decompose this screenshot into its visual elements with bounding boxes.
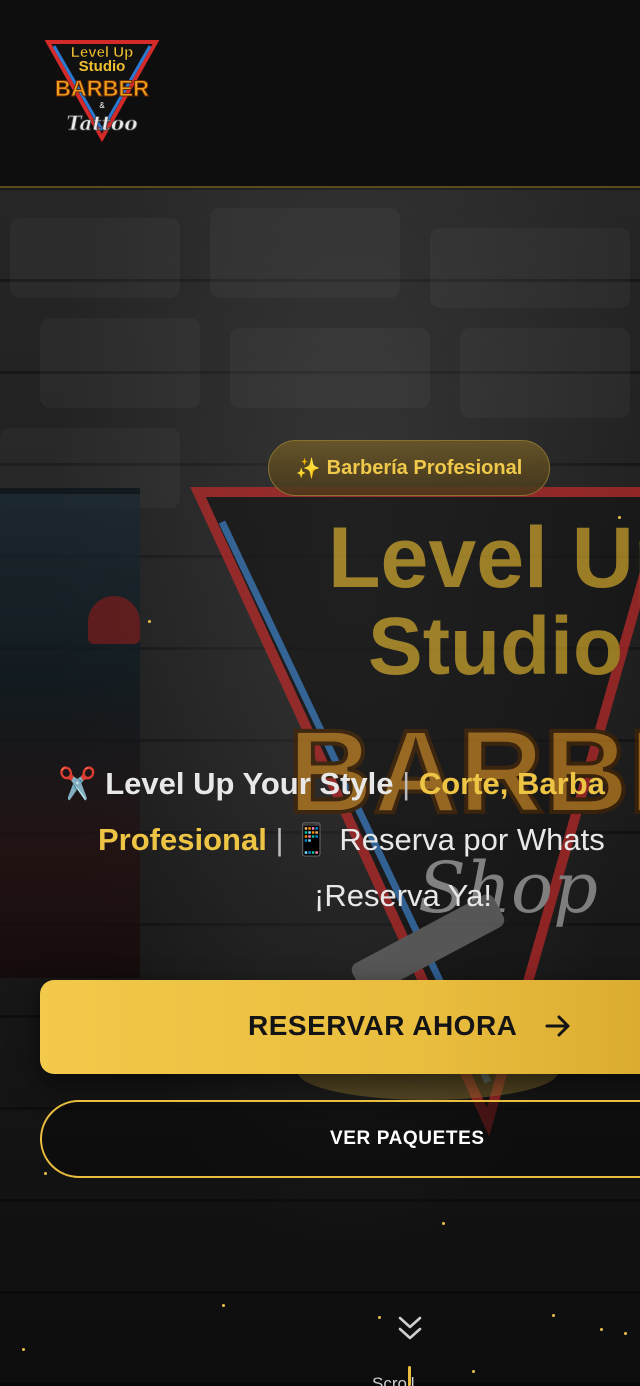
tagline-separator: |	[275, 822, 284, 857]
wall-stone	[430, 228, 630, 308]
sparkle-dot	[552, 1314, 555, 1317]
reserve-now-label: RESERVAR AHORA	[248, 1010, 518, 1041]
logo-text-5: Tattoo	[66, 111, 137, 135]
tagline-part-5: ¡Reserva Ya!	[314, 878, 493, 913]
site-header: Level Up Studio BARBER & Tattoo	[0, 0, 640, 188]
category-badge: ✨ Barbería Profesional	[268, 440, 550, 496]
tagline-part-4: Reserva por Whats	[339, 822, 605, 857]
tagline-separator: |	[402, 766, 411, 801]
badge-label: Barbería Profesional	[326, 456, 523, 479]
photo-cap	[88, 596, 140, 644]
wall-stone	[40, 318, 200, 408]
logo-text-4: &	[99, 101, 105, 110]
sparkle-dot	[600, 1328, 603, 1331]
wall-stone	[460, 328, 630, 418]
wall-stone	[10, 218, 180, 298]
barbershop-photo	[0, 488, 140, 978]
wall-stone	[230, 328, 430, 408]
phone-icon: 📱	[292, 822, 331, 857]
sign-text-2: Studio	[368, 601, 623, 692]
hero-section: Level Up Studio BARBE Shop ✨ Barbería Pr…	[0, 188, 640, 1386]
sparkle-dot	[44, 1172, 47, 1175]
tagline-line-1: ✂️ Level Up Your Style | Corte, Barba	[58, 756, 605, 812]
sparkle-dot	[472, 1370, 475, 1373]
view-packages-label: VER PAQUETES	[330, 1128, 485, 1149]
tagline-part-2: Corte, Barba	[418, 766, 605, 801]
arrow-right-icon	[545, 1015, 570, 1037]
sparkle-dot	[148, 620, 151, 623]
sparkle-dot	[618, 516, 621, 519]
reserve-now-button[interactable]: RESERVAR AHORA	[40, 980, 640, 1074]
sparkles-icon: ✨	[295, 457, 321, 480]
logo-text-3: BARBER	[55, 76, 149, 101]
sign-text-1: Level Up	[328, 510, 640, 606]
tagline-part-3: Profesional	[98, 822, 267, 857]
sparkle-dot	[378, 1316, 381, 1319]
sparkle-dot	[222, 1304, 225, 1307]
tagline-part-1: Level Up Your Style	[105, 766, 394, 801]
view-packages-button[interactable]: VER PAQUETES	[40, 1100, 640, 1178]
wall-stone	[210, 208, 400, 298]
logo-text-2: Studio	[79, 58, 126, 75]
sparkle-dot	[624, 1332, 627, 1335]
chevron-double-down-icon[interactable]	[390, 1312, 430, 1346]
logo-icon[interactable]: Level Up Studio BARBER & Tattoo	[44, 38, 160, 144]
scissors-icon: ✂️	[58, 766, 97, 801]
scroll-line	[408, 1366, 411, 1386]
photo-stripe	[0, 488, 140, 494]
sparkle-dot	[442, 1222, 445, 1225]
sparkle-dot	[22, 1348, 25, 1351]
tagline-line-2: Profesional | 📱 Reserva por Whats	[98, 812, 605, 868]
